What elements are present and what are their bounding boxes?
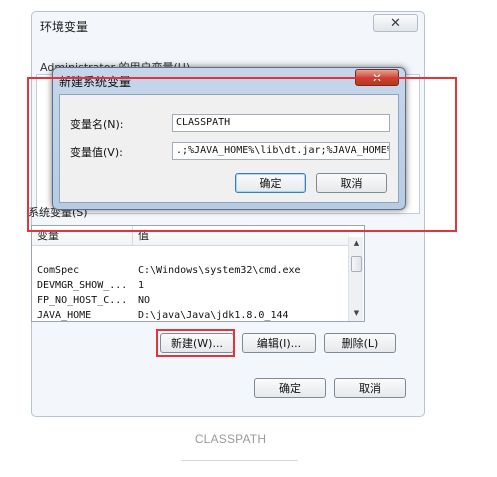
var-value: C:\Windows\system32\cmd.exe (138, 265, 301, 276)
cancel-button[interactable]: 取消 (334, 378, 406, 398)
highlight-box-dialog (27, 77, 457, 232)
var-name: ComSpec (37, 265, 80, 276)
var-value: 1 (138, 280, 145, 291)
scroll-down-arrow-icon[interactable]: ▼ (349, 307, 364, 320)
close-button[interactable]: ✕ (373, 14, 418, 32)
image-caption: CLASSPATH (194, 432, 267, 446)
close-icon: ✕ (390, 15, 401, 31)
var-value: NO (138, 295, 151, 306)
var-name: JAVA_HOME (37, 310, 92, 321)
ok-button[interactable]: 确定 (254, 378, 326, 398)
edit-button[interactable]: 编辑(I)... (242, 333, 316, 353)
delete-button[interactable]: 删除(L) (324, 333, 396, 353)
system-vars-list[interactable]: 变量 值 ComSpec C:\Windows\system32\cmd.exe… (31, 225, 365, 322)
dialog-title: 环境变量 (40, 20, 89, 34)
scroll-thumb[interactable] (351, 256, 362, 272)
table-row[interactable]: JAVA_HOME D:\java\Java\jdk1.8.0_144 (32, 309, 349, 321)
var-name: FP_NO_HOST_C... (37, 295, 128, 306)
highlight-box-new-button (156, 329, 235, 357)
table-row[interactable]: FP_NO_HOST_C... NO (32, 294, 349, 309)
table-row[interactable]: DEVMGR_SHOW_... 1 (32, 279, 349, 294)
vertical-scrollbar[interactable]: ▲ ▼ (348, 237, 363, 321)
var-value: D:\java\Java\jdk1.8.0_144 (138, 310, 289, 321)
caption-underline (181, 460, 298, 461)
table-row[interactable]: ComSpec C:\Windows\system32\cmd.exe (32, 264, 349, 279)
var-name: DEVMGR_SHOW_... (37, 280, 128, 291)
scroll-up-arrow-icon[interactable]: ▲ (349, 237, 364, 250)
